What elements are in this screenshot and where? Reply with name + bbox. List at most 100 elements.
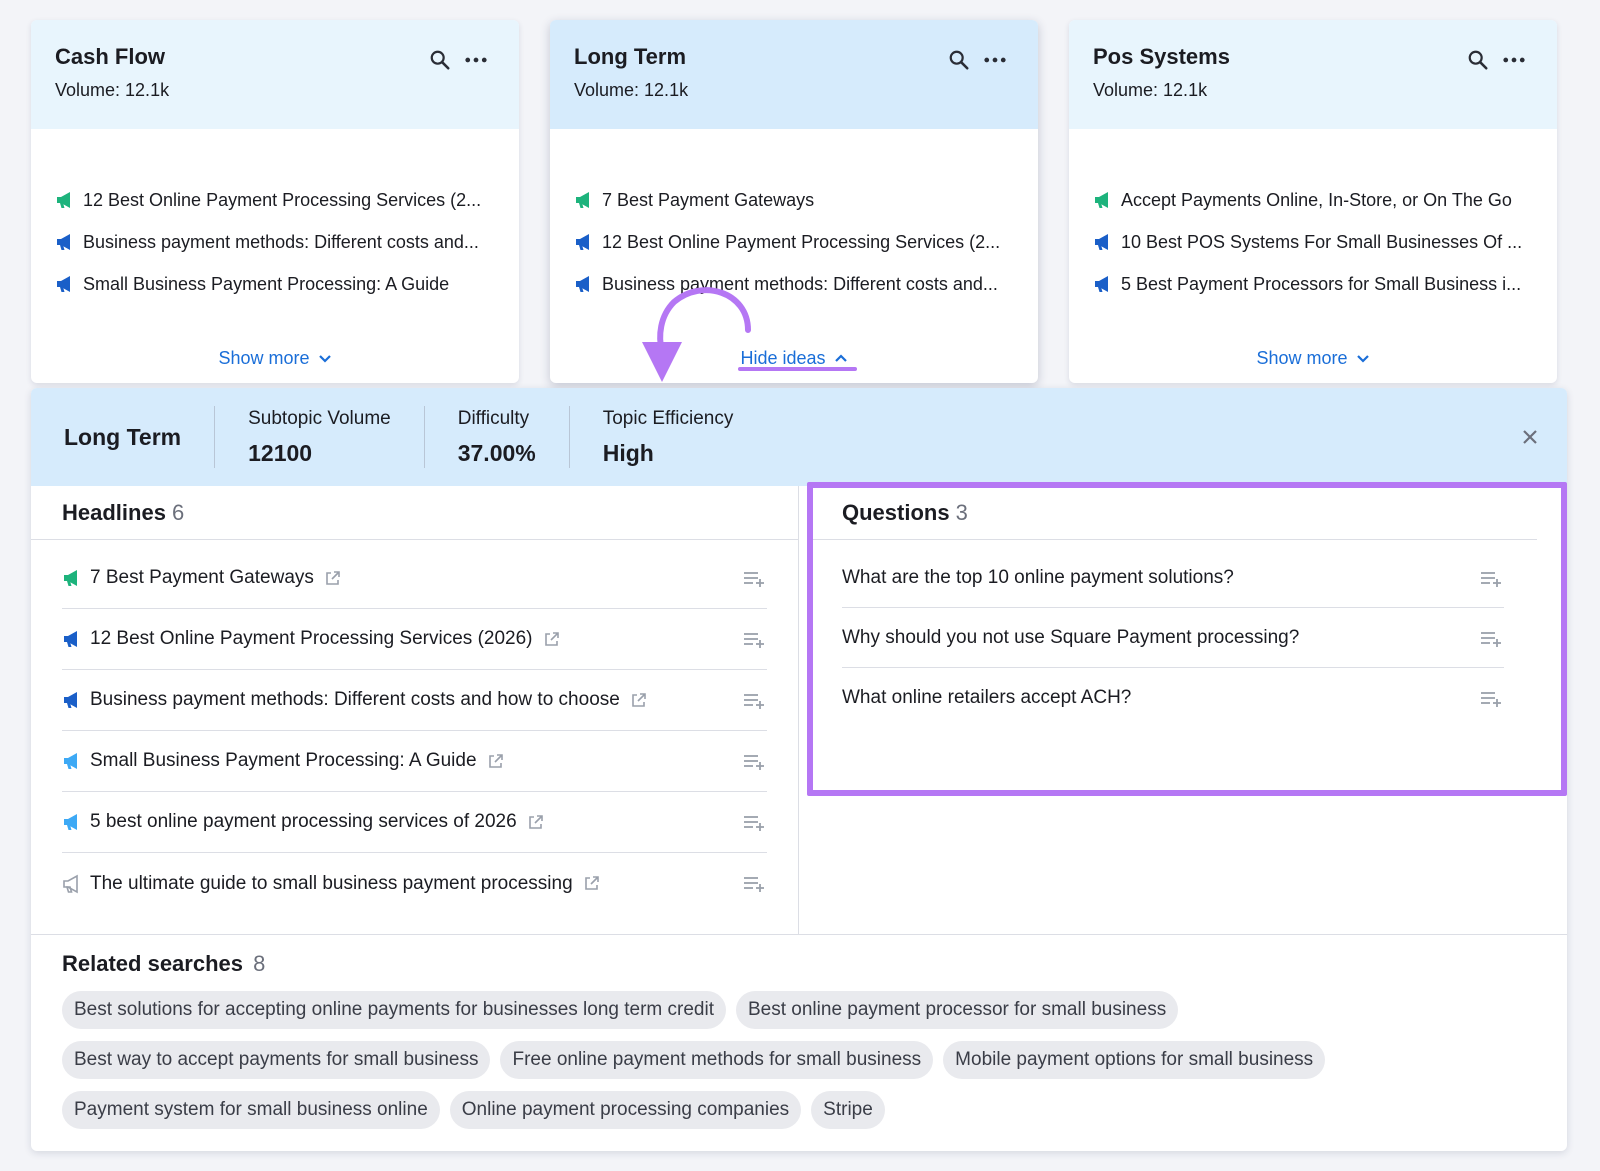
card-header: Cash Flow Volume: 12.1k <box>31 20 519 129</box>
list-item[interactable]: 5 Best Payment Processors for Small Busi… <box>1093 263 1533 305</box>
external-link-icon[interactable] <box>517 814 544 831</box>
related-searches-title: Related searches <box>62 951 243 976</box>
questions-header: Questions 3 <box>809 486 1537 540</box>
related-search-chip[interactable]: Payment system for small business online <box>62 1091 440 1129</box>
related-search-chip[interactable]: Mobile payment options for small busines… <box>943 1041 1326 1079</box>
megaphone-green-icon <box>1093 190 1121 210</box>
list-item[interactable]: 7 Best Payment Gateways <box>574 179 1014 221</box>
table-row: 7 Best Payment Gateways <box>62 548 767 609</box>
panel-columns: Headlines 6 7 Best Payment Gateways 12 B… <box>31 486 1567 934</box>
list-item[interactable]: 10 Best POS Systems For Small Businesses… <box>1093 221 1533 263</box>
megaphone-blue-icon <box>1093 232 1121 252</box>
show-more-button[interactable]: Show more <box>1256 348 1369 369</box>
search-icon[interactable] <box>948 49 970 71</box>
add-to-list-icon[interactable] <box>1480 570 1502 588</box>
card-headline-list: 7 Best Payment Gateways 12 Best Online P… <box>550 129 1038 305</box>
related-searches-count: 8 <box>253 951 266 976</box>
list-item-text: 12 Best Online Payment Processing Servic… <box>83 189 482 210</box>
external-link-icon[interactable] <box>314 570 341 587</box>
megaphone-blue-icon <box>55 274 83 294</box>
related-search-chip[interactable]: Free online payment methods for small bu… <box>500 1041 934 1079</box>
external-link-icon[interactable] <box>573 875 600 892</box>
megaphone-green-icon <box>574 190 602 210</box>
related-search-chip[interactable]: Best solutions for accepting online paym… <box>62 991 726 1029</box>
add-to-list-icon[interactable] <box>743 692 765 710</box>
questions-list: What are the top 10 online payment solut… <box>809 548 1537 728</box>
list-item-text: Small Business Payment Processing: A Gui… <box>83 273 450 294</box>
list-item[interactable]: Business payment methods: Different cost… <box>55 221 495 263</box>
headline-link[interactable]: 7 Best Payment Gateways <box>90 567 314 589</box>
add-to-list-icon[interactable] <box>743 631 765 649</box>
card-actions <box>1467 49 1525 71</box>
chevron-down-icon <box>1356 354 1370 363</box>
headline-link[interactable]: The ultimate guide to small business pay… <box>90 873 573 895</box>
table-row: The ultimate guide to small business pay… <box>62 853 767 914</box>
list-item-text: 10 Best POS Systems For Small Businesses… <box>1121 231 1523 252</box>
megaphone-lightblue-icon <box>62 812 90 832</box>
headline-link[interactable]: 12 Best Online Payment Processing Servic… <box>90 628 533 650</box>
list-item[interactable]: 12 Best Online Payment Processing Servic… <box>574 221 1014 263</box>
metric-value: 37.00% <box>457 440 536 466</box>
card-headline-list: 12 Best Online Payment Processing Servic… <box>31 129 519 305</box>
card-volume: Volume: 12.1k <box>574 80 689 100</box>
search-icon[interactable] <box>1467 49 1489 71</box>
related-searches-section: Related searches 8 Best solutions for ac… <box>31 934 1567 1129</box>
more-options-icon[interactable] <box>1503 56 1525 64</box>
add-to-list-icon[interactable] <box>743 814 765 832</box>
add-to-list-icon[interactable] <box>743 570 765 588</box>
metric-difficulty: Difficulty 37.00% <box>425 406 570 468</box>
add-to-list-icon[interactable] <box>743 753 765 771</box>
external-link-icon[interactable] <box>533 631 560 648</box>
related-search-chip[interactable]: Best way to accept payments for small bu… <box>62 1041 491 1079</box>
megaphone-blue-icon <box>55 232 83 252</box>
megaphone-green-icon <box>55 190 83 210</box>
list-item[interactable]: 12 Best Online Payment Processing Servic… <box>55 179 495 221</box>
headlines-count: 6 <box>171 499 185 525</box>
headline-link[interactable]: Small Business Payment Processing: A Gui… <box>90 750 477 772</box>
headlines-column: Headlines 6 7 Best Payment Gateways 12 B… <box>31 486 799 934</box>
card-footer: Show more <box>1069 348 1557 369</box>
metric-topic-efficiency: Topic Efficiency High <box>570 406 767 468</box>
table-row: 5 best online payment processing service… <box>62 792 767 853</box>
list-item-text: 12 Best Online Payment Processing Servic… <box>602 231 1001 252</box>
list-item-text: 7 Best Payment Gateways <box>602 189 815 210</box>
card-volume: Volume: 12.1k <box>55 80 170 100</box>
show-more-label: Show more <box>1256 348 1348 368</box>
headline-link[interactable]: Business payment methods: Different cost… <box>90 689 620 711</box>
questions-column: Questions 3 What are the top 10 online p… <box>809 486 1537 934</box>
topic-card-pos-systems: Pos Systems Volume: 12.1k Accept Payment… <box>1069 20 1557 383</box>
show-more-label: Show more <box>218 348 310 368</box>
questions-count: 3 <box>955 499 968 525</box>
external-link-icon[interactable] <box>477 753 504 770</box>
topic-card-long-term: Long Term Volume: 12.1k 7 Best Payment G… <box>550 20 1038 383</box>
add-to-list-icon[interactable] <box>1480 630 1502 648</box>
add-to-list-icon[interactable] <box>1480 690 1502 708</box>
list-item[interactable]: Small Business Payment Processing: A Gui… <box>55 263 495 305</box>
headlines-list: 7 Best Payment Gateways 12 Best Online P… <box>31 548 798 914</box>
search-icon[interactable] <box>429 49 451 71</box>
related-search-chip[interactable]: Best online payment processor for small … <box>736 991 1179 1029</box>
metric-label: Difficulty <box>457 408 530 429</box>
headlines-header: Headlines 6 <box>31 486 798 540</box>
metric-label: Topic Efficiency <box>602 408 734 429</box>
more-options-icon[interactable] <box>984 56 1006 64</box>
show-more-button[interactable]: Show more <box>218 348 331 369</box>
megaphone-blue-icon <box>574 232 602 252</box>
related-search-chip[interactable]: Online payment processing companies <box>449 1091 802 1129</box>
close-button[interactable] <box>1515 422 1545 452</box>
hide-ideas-button[interactable]: Hide ideas <box>740 348 847 369</box>
list-item[interactable]: Accept Payments Online, In-Store, or On … <box>1093 179 1533 221</box>
card-headline-list: Accept Payments Online, In-Store, or On … <box>1069 129 1557 305</box>
table-row: Business payment methods: Different cost… <box>62 670 767 731</box>
more-options-icon[interactable] <box>465 56 487 64</box>
external-link-icon[interactable] <box>620 692 647 709</box>
list-item-text: Accept Payments Online, In-Store, or On … <box>1121 189 1512 210</box>
related-search-chip[interactable]: Stripe <box>811 1091 885 1129</box>
close-icon <box>1523 430 1537 444</box>
metric-label: Subtopic Volume <box>248 408 391 429</box>
add-to-list-icon[interactable] <box>743 875 765 893</box>
list-item-text: Business payment methods: Different cost… <box>83 231 479 252</box>
headline-link[interactable]: 5 best online payment processing service… <box>90 811 517 833</box>
table-row: Small Business Payment Processing: A Gui… <box>62 731 767 792</box>
megaphone-green-icon <box>62 568 90 588</box>
